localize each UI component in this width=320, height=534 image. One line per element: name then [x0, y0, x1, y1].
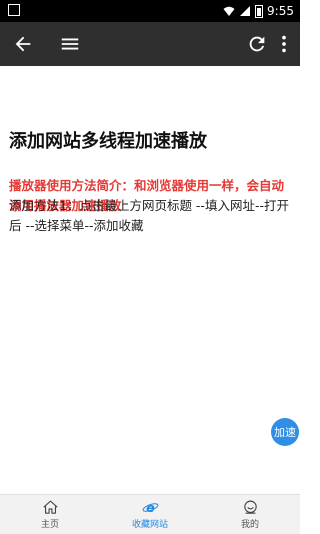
- more-button[interactable]: [264, 22, 304, 66]
- back-button[interactable]: [3, 22, 43, 66]
- profile-icon: [243, 500, 257, 514]
- status-time: 9:55: [267, 4, 294, 18]
- nav-label-home: 主页: [40, 520, 59, 530]
- app-icon: [8, 4, 20, 16]
- signal-icon: [240, 6, 251, 16]
- status-bar: 9:55: [0, 0, 300, 22]
- page-title: 添加网站多线程加速播放: [9, 131, 207, 152]
- method-text: 添加方法1：点击最上方网页标题 --填入网址--打开后 --选择菜单--添加收藏: [9, 198, 289, 233]
- nav-item-favorites[interactable]: e 收藏网站: [100, 495, 200, 534]
- wifi-icon: [223, 6, 235, 16]
- browser-e-icon: e: [142, 501, 158, 516]
- nav-label-favorites: 收藏网站: [131, 520, 168, 530]
- home-icon: [43, 500, 57, 514]
- status-icons: 9:55: [223, 2, 294, 20]
- nav-item-profile[interactable]: 我的: [200, 495, 300, 534]
- content-area: 添加网站多线程加速播放 播放器使用方法简介：和浏览器使用一样，会自动调用播放器加…: [0, 66, 300, 494]
- menu-icon: [61, 38, 79, 50]
- svg-text:e: e: [146, 501, 155, 516]
- toolbar: [0, 22, 300, 66]
- battery-icon: [255, 4, 264, 18]
- menu-button[interactable]: [50, 22, 90, 66]
- back-arrow-icon: [15, 36, 31, 52]
- nav-label-profile: 我的: [240, 520, 259, 530]
- bottom-nav: 主页 e 收藏网站 我的: [0, 494, 300, 534]
- accelerate-button[interactable]: 加速: [271, 418, 299, 446]
- nav-item-home[interactable]: 主页: [0, 495, 100, 534]
- more-vert-icon: [282, 35, 286, 53]
